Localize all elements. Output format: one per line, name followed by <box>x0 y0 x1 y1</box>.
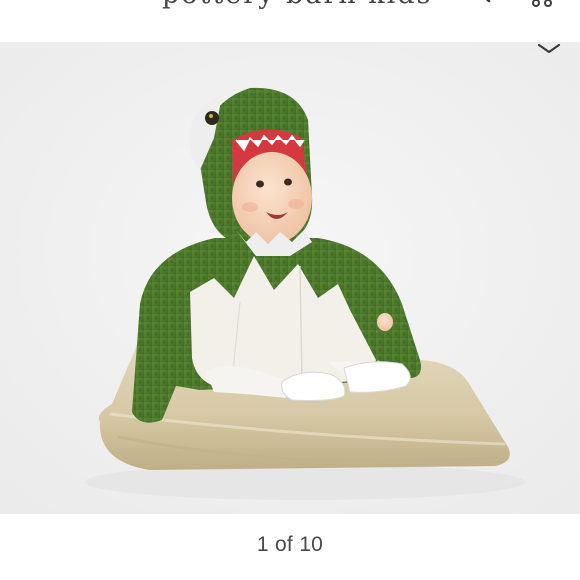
chevron-down-icon[interactable] <box>536 42 562 56</box>
product-image-gallery[interactable] <box>0 42 580 514</box>
shopping-bag-icon[interactable] <box>528 0 556 12</box>
search-icon[interactable] <box>466 0 492 8</box>
top-navigation-bar: pottery barn kids <box>0 0 580 42</box>
heart-icon[interactable] <box>104 0 134 10</box>
gallery-caption: 1 of 10 <box>0 514 580 580</box>
hamburger-menu-icon[interactable] <box>22 0 68 8</box>
brand-logo[interactable]: pottery barn kids <box>162 0 432 10</box>
image-counter: 1 of 10 <box>256 533 324 556</box>
product-photo <box>0 42 580 514</box>
